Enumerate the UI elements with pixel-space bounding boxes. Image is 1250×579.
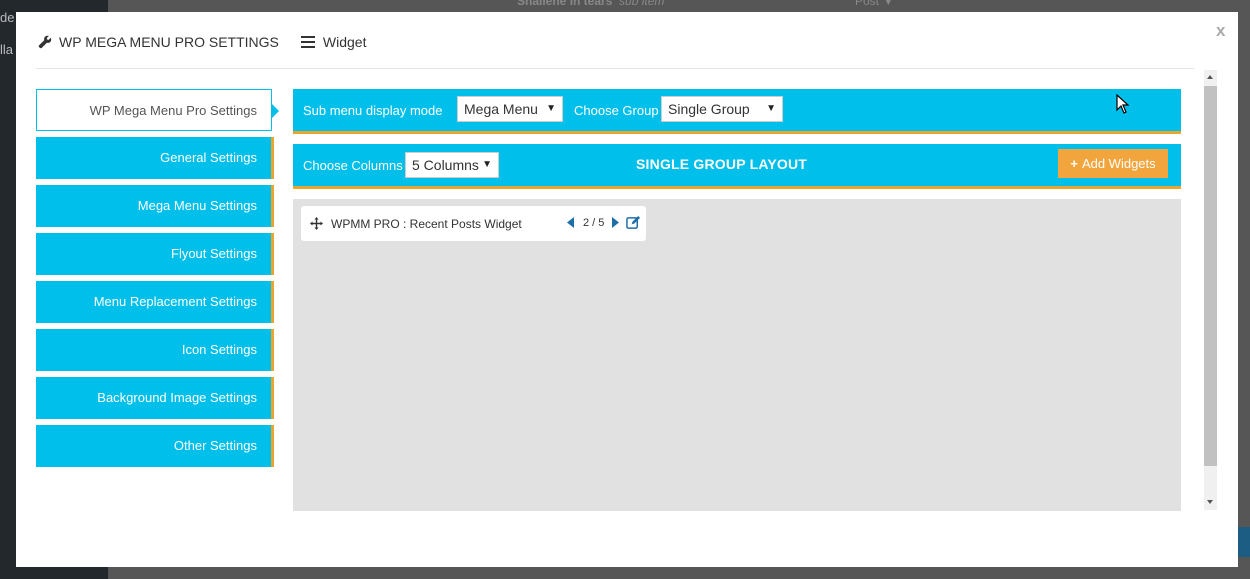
tab-widget-label: Widget [322, 34, 367, 50]
sidebar-item-wp-mega-menu-pro-settings[interactable]: WP Mega Menu Pro Settings [36, 89, 279, 131]
sidebar-item-flyout-settings[interactable]: Flyout Settings [36, 233, 274, 275]
display-mode-value: Mega Menu [464, 101, 538, 117]
add-widgets-button[interactable]: + Add Widgets [1058, 149, 1168, 178]
sidebar-item-mega-menu-settings[interactable]: Mega Menu Settings [36, 185, 274, 227]
wrench-icon [38, 35, 52, 49]
display-mode-bar: Sub menu display mode Mega Menu ▼ Choose… [293, 89, 1181, 134]
sidebar-item-background-image-settings[interactable]: Background Image Settings [36, 377, 274, 419]
layout-title: SINGLE GROUP LAYOUT [636, 156, 808, 172]
group-select[interactable]: Single Group ▼ [661, 96, 783, 122]
decrease-width-icon[interactable] [567, 217, 574, 228]
columns-value: 5 Columns [412, 157, 479, 173]
dropdown-arrow-icon: ▼ [546, 103, 556, 114]
header-divider [36, 68, 1194, 69]
widget-canvas: WPMM PRO : Recent Posts Widget 2 / 5 [293, 199, 1181, 511]
move-icon[interactable] [310, 217, 323, 230]
widget-column-count: 2 / 5 [583, 217, 605, 229]
dropdown-arrow-icon: ▼ [766, 103, 776, 114]
background-edge [1238, 527, 1250, 557]
edit-icon[interactable] [626, 215, 641, 230]
layout-bar: Choose Columns 5 Columns ▼ SINGLE GROUP … [293, 144, 1181, 189]
columns-label: Choose Columns [303, 158, 403, 173]
group-value: Single Group [668, 101, 750, 117]
scrollbar-thumb[interactable] [1204, 86, 1217, 466]
sidebar-item-icon-settings[interactable]: Icon Settings [36, 329, 274, 371]
close-button[interactable]: x [1216, 21, 1225, 41]
dropdown-arrow-icon: ▼ [482, 159, 492, 170]
columns-select[interactable]: 5 Columns ▼ [405, 152, 499, 178]
scroll-up-arrow-icon[interactable] [1207, 75, 1213, 79]
background-text: lla [0, 42, 14, 57]
settings-sidebar: WP Mega Menu Pro Settings General Settin… [36, 89, 279, 473]
add-widgets-label: Add Widgets [1081, 156, 1156, 171]
sidebar-item-other-settings[interactable]: Other Settings [36, 425, 274, 467]
background-menu-item: Shailene In tears sub item [517, 0, 665, 8]
modal-header: WP MEGA MENU PRO SETTINGS Widget [38, 34, 366, 50]
display-mode-select[interactable]: Mega Menu ▼ [457, 96, 563, 122]
plus-icon: + [1070, 156, 1078, 171]
widget-item[interactable]: WPMM PRO : Recent Posts Widget 2 / 5 [301, 206, 646, 241]
display-mode-label: Sub menu display mode [303, 103, 443, 118]
sidebar-item-menu-replacement-settings[interactable]: Menu Replacement Settings [36, 281, 274, 323]
tab-widget[interactable]: Widget [300, 34, 367, 50]
menu-bars-icon [300, 36, 315, 48]
background-text: de [0, 10, 15, 25]
widget-name: WPMM PRO : Recent Posts Widget [331, 217, 522, 231]
modal-title: WP MEGA MENU PRO SETTINGS [59, 34, 279, 50]
group-label: Choose Group [574, 103, 659, 118]
modal-scrollbar[interactable] [1204, 70, 1217, 510]
sidebar-item-general-settings[interactable]: General Settings [36, 137, 274, 179]
background-menu-item-type: Post ▼ [855, 0, 895, 8]
scroll-down-arrow-icon[interactable] [1207, 500, 1213, 504]
increase-width-icon[interactable] [612, 217, 619, 228]
mouse-cursor-icon [1116, 94, 1130, 114]
